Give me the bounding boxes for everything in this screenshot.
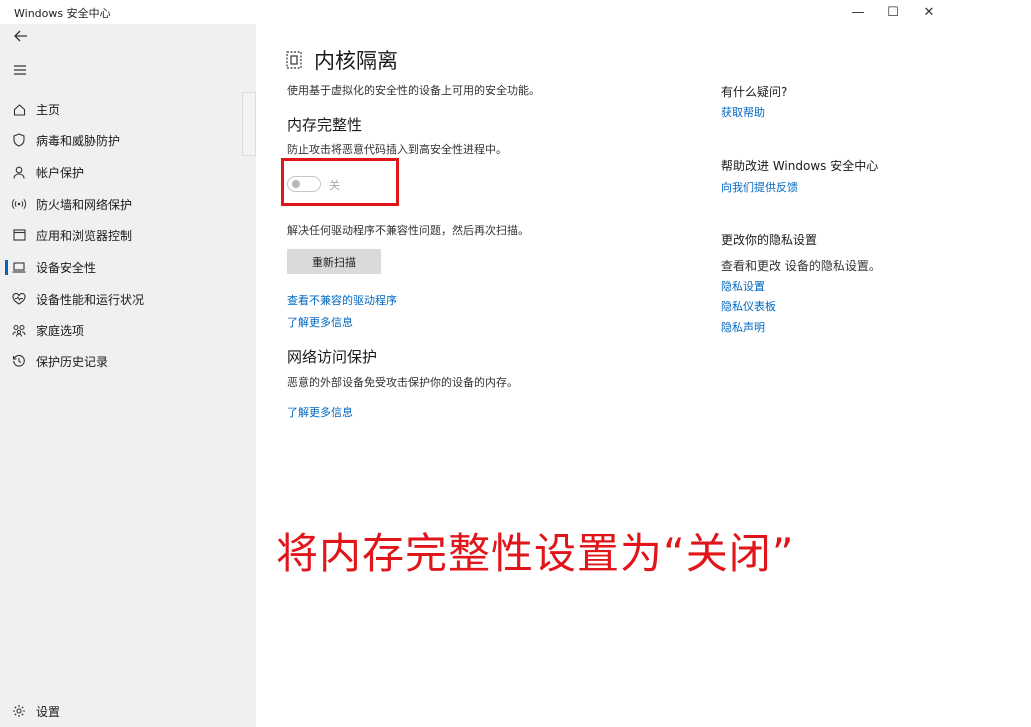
title-bar: Windows 安全中心 — ☐ ✕ [0, 0, 1031, 24]
back-arrow-icon [14, 30, 27, 42]
active-indicator [5, 260, 8, 275]
sidebar-scrollbar[interactable] [242, 92, 256, 156]
sidebar: 主页 病毒和威胁防护 帐户保护 防火墙和网络保护 应用和浏览器控制 设备安全性 … [0, 24, 256, 727]
sidebar-item-family[interactable]: 家庭选项 [0, 315, 242, 345]
close-icon: ✕ [923, 4, 935, 20]
maximize-icon: ☐ [887, 4, 899, 20]
sidebar-item-virus-protection[interactable]: 病毒和威胁防护 [0, 125, 242, 155]
sidebar-item-label: 设备安全性 [36, 260, 97, 275]
window-title: Windows 安全中心 [14, 7, 111, 20]
page-title-text: 内核隔离 [314, 49, 398, 73]
privacy-statement-link[interactable]: 隐私声明 [721, 319, 765, 335]
learn-more-link-1[interactable]: 了解更多信息 [287, 314, 353, 330]
gear-icon [12, 704, 26, 718]
page-title: 内核隔离 [286, 45, 398, 75]
maximize-button[interactable]: ☐ [875, 0, 911, 24]
sidebar-item-label: 主页 [36, 102, 61, 117]
sidebar-item-label: 应用和浏览器控制 [36, 228, 133, 243]
rescan-button[interactable]: 重新扫描 [287, 249, 381, 274]
sidebar-item-account[interactable]: 帐户保护 [0, 157, 242, 187]
menu-button[interactable] [13, 62, 27, 80]
sidebar-item-app-browser[interactable]: 应用和浏览器控制 [0, 220, 242, 250]
privacy-dashboard-link[interactable]: 隐私仪表板 [721, 298, 776, 314]
sidebar-item-device-security[interactable]: 设备安全性 [0, 252, 242, 282]
sidebar-item-home[interactable]: 主页 [0, 94, 242, 124]
learn-more-link-2[interactable]: 了解更多信息 [287, 404, 353, 420]
privacy-description: 查看和更改 设备的隐私设置。 [721, 259, 881, 273]
close-button[interactable]: ✕ [911, 0, 947, 24]
app-window-icon [12, 229, 26, 241]
network-protection-heading: 网络访问保护 [287, 348, 378, 366]
highlight-box [281, 158, 399, 206]
home-icon [12, 103, 26, 116]
driver-note: 解决任何驱动程序不兼容性问题，然后再次扫描。 [287, 224, 529, 237]
memory-integrity-description: 防止攻击将恶意代码插入到高安全性进程中。 [287, 143, 507, 156]
sidebar-item-label: 家庭选项 [36, 323, 85, 338]
hamburger-icon [14, 65, 26, 75]
privacy-settings-link[interactable]: 隐私设置 [721, 278, 765, 294]
sidebar-item-label: 设备性能和运行状况 [36, 292, 145, 307]
question-heading: 有什么疑问? [721, 85, 788, 99]
core-isolation-icon [286, 51, 302, 69]
network-protection-description: 恶意的外部设备免受攻击保护你的设备的内存。 [287, 376, 518, 389]
sidebar-item-label: 保护历史记录 [36, 354, 109, 369]
feedback-link[interactable]: 向我们提供反馈 [721, 179, 798, 195]
minimize-icon: — [851, 4, 865, 20]
back-button[interactable] [13, 28, 29, 48]
instruction-annotation: 将内存完整性设置为“关闭” [276, 529, 795, 578]
improve-heading: 帮助改进 Windows 安全中心 [721, 159, 879, 173]
sidebar-item-history[interactable]: 保护历史记录 [0, 346, 242, 376]
sidebar-item-label: 防火墙和网络保护 [36, 197, 133, 212]
privacy-heading: 更改你的隐私设置 [721, 233, 818, 247]
wireless-icon [12, 198, 26, 210]
sidebar-item-device-performance[interactable]: 设备性能和运行状况 [0, 284, 242, 314]
sidebar-item-label: 病毒和威胁防护 [36, 133, 121, 148]
incompatible-drivers-link[interactable]: 查看不兼容的驱动程序 [287, 292, 397, 308]
main-content: 内核隔离 使用基于虚拟化的安全性的设备上可用的安全功能。 内存完整性 防止攻击将… [256, 24, 1031, 727]
history-icon [12, 354, 26, 368]
get-help-link[interactable]: 获取帮助 [721, 104, 765, 120]
person-icon [12, 166, 26, 179]
laptop-icon [12, 261, 26, 273]
heart-icon [12, 293, 26, 305]
minimize-button[interactable]: — [840, 0, 876, 24]
family-icon [12, 324, 26, 337]
sidebar-item-label: 设置 [36, 704, 61, 719]
page-description: 使用基于虚拟化的安全性的设备上可用的安全功能。 [287, 84, 540, 97]
memory-integrity-heading: 内存完整性 [287, 116, 363, 134]
sidebar-item-settings[interactable]: 设置 [0, 696, 242, 726]
sidebar-item-firewall[interactable]: 防火墙和网络保护 [0, 189, 242, 219]
shield-icon [12, 133, 26, 147]
sidebar-item-label: 帐户保护 [36, 165, 85, 180]
